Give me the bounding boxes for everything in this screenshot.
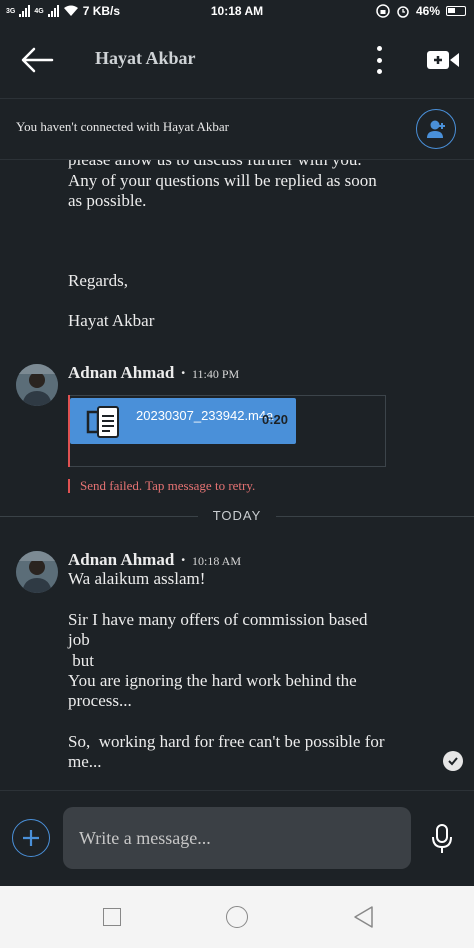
avatar[interactable] [16,364,58,406]
message-line: Regards, [68,271,128,290]
message-line: Hayat Akbar [68,311,155,330]
connection-banner-text: You haven't connected with Hayat Akbar [16,119,229,134]
message-line: but [68,651,94,670]
conversation-title: Hayat Akbar [95,48,196,68]
add-person-icon [427,120,445,138]
recents-button[interactable] [103,908,121,926]
home-button[interactable] [226,906,248,928]
sender-name[interactable]: Adnan Ahmad [68,550,174,569]
back-button[interactable] [352,905,374,929]
message-time: 11:40 PM [191,367,240,381]
plus-icon [23,830,39,846]
status-time: 10:18 AM [210,4,264,18]
chat-header: Hayat Akbar [0,24,474,98]
separator-dot: · [180,363,186,382]
video-call-icon[interactable] [426,48,460,72]
microphone-icon[interactable] [430,823,454,855]
battery-icon [446,6,466,16]
error-indicator-bar [68,479,70,493]
battery-percent: 46% [415,4,440,18]
lock-rotation-icon [376,4,390,18]
sender-line: Adnan Ahmad · 10:18 AM [68,550,241,570]
system-nav-bar [0,886,474,948]
avatar[interactable] [16,551,58,593]
message-line: So, working hard for free can't be possi… [68,732,385,751]
audio-attachment[interactable]: 20230307_233942.m4a 0:20 [70,398,296,444]
sender-line: Adnan Ahmad · 11:40 PM [68,363,239,383]
read-receipt-icon [443,751,463,771]
attachment-duration: 0:20 [262,412,289,427]
message-input[interactable] [63,807,411,869]
sender-name[interactable]: Adnan Ahmad [68,363,174,382]
alarm-icon [397,6,409,18]
message-composer [0,790,474,886]
add-connection-button[interactable] [416,109,456,149]
more-options-icon[interactable] [370,44,388,76]
message-line: process... [68,691,132,710]
attachment-file-name: 20230307_233942.m4a [136,408,274,423]
attach-button[interactable] [12,819,50,857]
divider-line [276,516,474,517]
message-line: please allow us to discuss further with … [68,160,362,170]
status-bar: 3G 4G 7 KB/s 10:18 AM 46% [0,0,474,24]
connection-banner: You haven't connected with Hayat Akbar [0,98,474,160]
back-arrow-icon[interactable] [18,44,54,76]
send-failed-retry[interactable]: Send failed. Tap message to retry. [80,478,255,494]
separator-dot: · [180,550,186,569]
message-line: job [68,630,90,649]
message-line: as possible. [68,191,147,210]
message-line: me... [68,752,102,771]
message-time: 10:18 AM [191,554,241,568]
message-line: Any of your questions will be replied as… [68,171,377,190]
message-line: You are ignoring the hard work behind th… [68,671,357,690]
audio-file-icon [86,406,119,438]
message-line: Wa alaikum asslam! [68,569,206,588]
message-list[interactable]: please allow us to discuss further with … [0,160,474,790]
message-line: Sir I have many offers of commission bas… [68,610,368,629]
date-divider: TODAY [0,506,474,526]
